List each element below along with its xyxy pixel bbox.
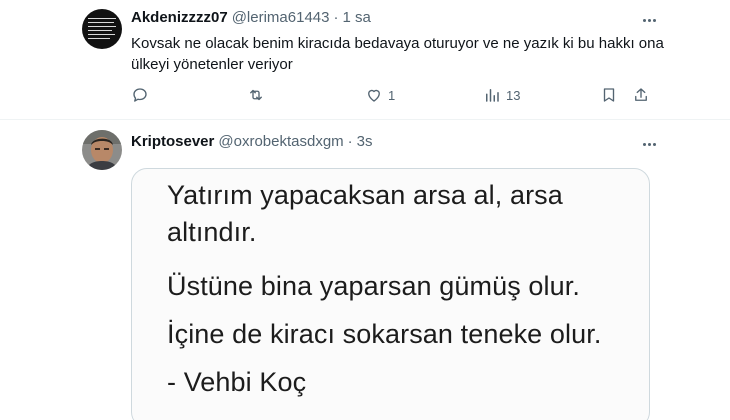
bookmark-button[interactable]: [600, 86, 618, 104]
tweet-header: Akdenizzzz07 @lerima61443 · 1 sa: [131, 9, 371, 26]
retweet-icon: [250, 89, 262, 101]
user-handle[interactable]: @lerima61443: [232, 9, 330, 26]
avatar[interactable]: [82, 130, 122, 170]
views-icon: [486, 89, 499, 102]
like-icon: [368, 89, 380, 102]
bookmark-icon: [603, 88, 615, 102]
like-count: 1: [388, 87, 396, 103]
separator-dot: ·: [347, 133, 353, 150]
retweet-button[interactable]: [247, 86, 265, 104]
tweet-akdenizzzz07[interactable]: Akdenizzzz07 @lerima61443 · 1 sa Kovsak …: [0, 0, 730, 120]
separator-dot: ·: [333, 9, 339, 26]
tweet-actions: 1 13: [131, 86, 651, 106]
display-name[interactable]: Kriptosever: [131, 133, 214, 150]
reply-icon: [133, 88, 147, 102]
share-icon: [635, 88, 647, 101]
quote-line: Yatırım yapacaksan arsa al, arsa: [167, 180, 563, 210]
quote-line: altındır.: [167, 217, 257, 247]
like-button[interactable]: 1: [365, 86, 395, 104]
more-icon[interactable]: [638, 135, 660, 153]
reply-button[interactable]: [131, 86, 149, 104]
share-button[interactable]: [632, 86, 650, 104]
tweet-kriptosever[interactable]: Kriptosever @oxrobektasdxgm · 3s Yatırım…: [0, 121, 730, 420]
views-count: 13: [506, 87, 521, 103]
quote-line: İçine de kiracı sokarsan teneke olur.: [167, 319, 602, 349]
user-handle[interactable]: @oxrobektasdxgm: [218, 133, 343, 150]
tweet-header: Kriptosever @oxrobektasdxgm · 3s: [131, 133, 373, 150]
views-button[interactable]: 13: [483, 86, 520, 104]
timestamp[interactable]: 3s: [357, 133, 373, 150]
quote-line: Üstüne bina yaparsan gümüş olur.: [167, 271, 580, 301]
quote-image[interactable]: Yatırım yapacaksan arsa al, arsa altındı…: [131, 168, 650, 420]
display-name[interactable]: Akdenizzzz07: [131, 9, 228, 26]
quote-author: - Vehbi Koç: [167, 367, 307, 397]
more-icon[interactable]: [638, 11, 660, 29]
avatar[interactable]: [82, 9, 122, 49]
timestamp[interactable]: 1 sa: [342, 9, 370, 26]
tweet-text: Kovsak ne olacak benim kiracıda bedavaya…: [131, 35, 664, 73]
